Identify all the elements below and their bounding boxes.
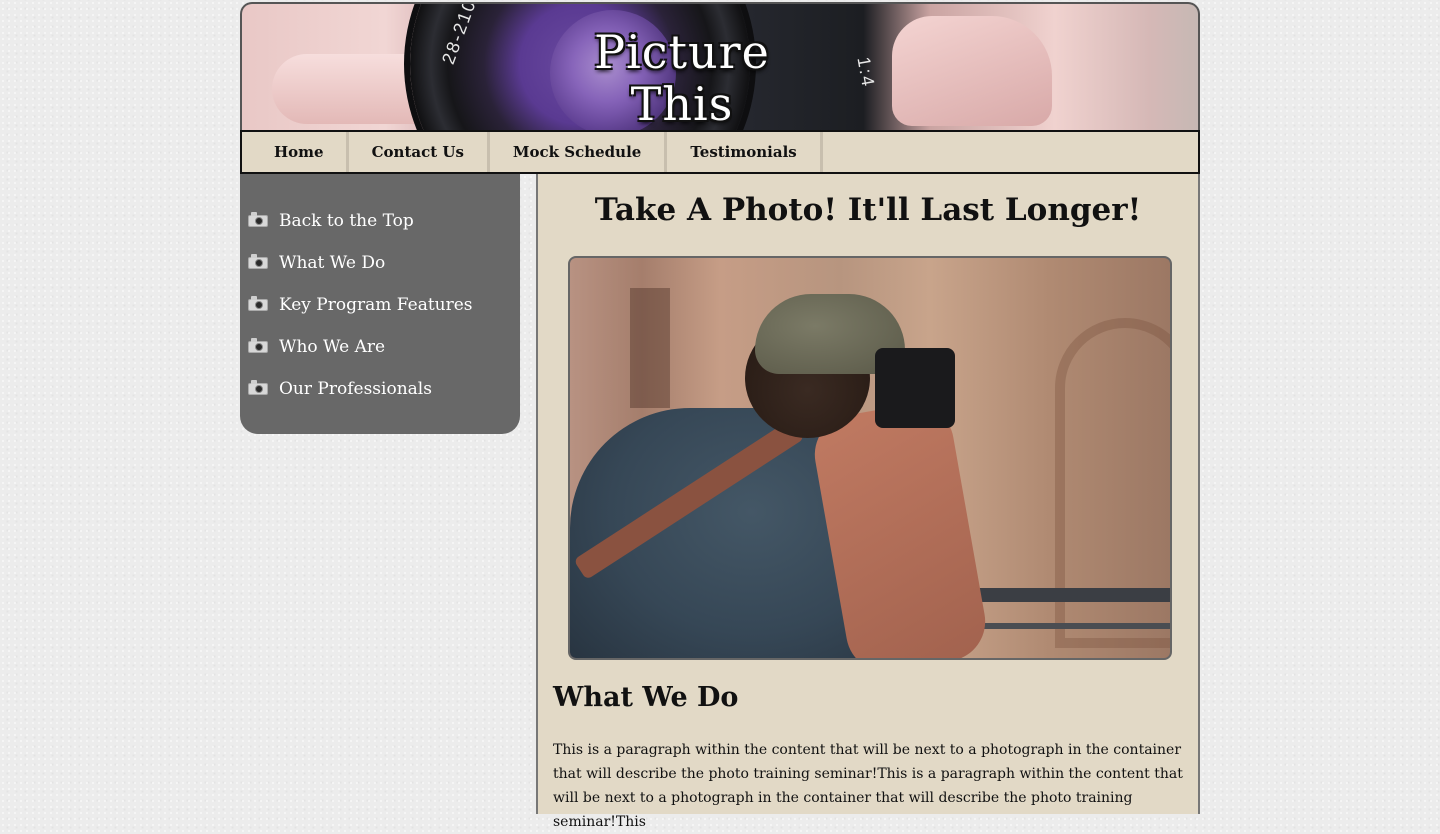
sidebar-item-back-to-top[interactable]: Back to the Top: [240, 200, 520, 242]
section-heading-what-we-do: What We Do: [553, 682, 739, 713]
lens-marking-right: 1:4: [853, 55, 879, 90]
photographer-image: [568, 256, 1172, 660]
camera-icon: [248, 338, 268, 353]
main-nav: Home Contact Us Mock Schedule Testimonia…: [240, 130, 1200, 174]
sidebar-item-our-professionals[interactable]: Our Professionals: [240, 368, 520, 410]
page-heading: Take A Photo! It'll Last Longer!: [594, 192, 1142, 228]
nav-testimonials[interactable]: Testimonials: [667, 132, 823, 172]
main-content: Take A Photo! It'll Last Longer! What We…: [536, 174, 1200, 830]
site-title-line-2: This: [630, 77, 734, 130]
site-title: Picture This: [582, 26, 782, 130]
sidebar-item-label: Key Program Features: [279, 295, 473, 315]
nav-contact-us[interactable]: Contact Us: [349, 132, 490, 172]
camera-icon: [248, 212, 268, 227]
camera-icon: [248, 380, 268, 395]
camera-icon: [248, 254, 268, 269]
sidebar-item-who-we-are[interactable]: Who We Are: [240, 326, 520, 368]
page-container: 28-210 1:4 Picture This Home Contact Us …: [240, 2, 1200, 830]
sidebar-item-label: Back to the Top: [279, 211, 414, 231]
sidebar-item-label: What We Do: [279, 253, 386, 273]
banner-hand-right: [892, 16, 1052, 126]
sidebar-list: Back to the Top What We Do Key Program F…: [240, 174, 520, 410]
sidebar-item-key-program-features[interactable]: Key Program Features: [240, 284, 520, 326]
site-title-line-1: Picture: [594, 25, 770, 79]
camera-icon: [248, 296, 268, 311]
photo-background-window: [630, 288, 670, 408]
sidebar-item-label: Our Professionals: [279, 379, 432, 399]
section-paragraph: This is a paragraph within the content t…: [553, 742, 1183, 830]
header-banner: 28-210 1:4 Picture This: [240, 2, 1200, 130]
sidebar-item-label: Who We Are: [279, 337, 386, 357]
photo-camera: [875, 348, 955, 428]
nav-mock-schedule[interactable]: Mock Schedule: [490, 132, 668, 172]
sidebar-item-what-we-do[interactable]: What We Do: [240, 242, 520, 284]
sidebar: Back to the Top What We Do Key Program F…: [240, 174, 520, 434]
nav-home[interactable]: Home: [242, 132, 349, 172]
